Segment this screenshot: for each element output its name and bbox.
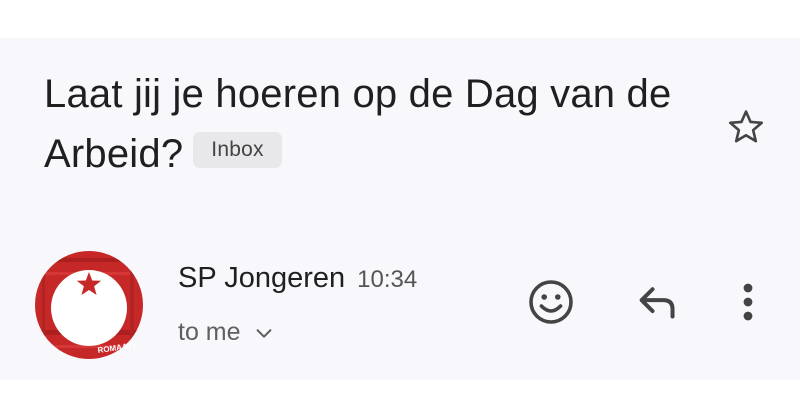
sp-jongeren-logo: ROMAATT	[35, 251, 143, 359]
star-outline-icon	[728, 110, 764, 143]
chevron-down-icon	[256, 328, 271, 338]
sender-line: SP Jongeren 10:34	[178, 262, 417, 295]
reply-button[interactable]	[634, 280, 682, 324]
star-button[interactable]	[725, 106, 767, 148]
email-timestamp: 10:34	[357, 266, 418, 293]
email-subject: Laat jij je hoeren op de Dag van de Arbe…	[44, 64, 684, 184]
subject-text: Laat jij je hoeren op de Dag van de Arbe…	[44, 72, 672, 176]
smiley-icon	[529, 280, 573, 324]
add-reaction-button[interactable]	[527, 278, 575, 326]
sender-name[interactable]: SP Jongeren	[178, 262, 345, 294]
avatar[interactable]: ROMAATT	[34, 250, 144, 360]
vertical-dots-icon	[743, 283, 753, 321]
inbox-label-badge[interactable]: Inbox	[193, 132, 282, 169]
recipient-details-toggle[interactable]: to me	[178, 318, 275, 347]
reply-arrow-icon	[639, 287, 675, 319]
more-options-button[interactable]	[728, 278, 768, 326]
recipient-text: to me	[178, 318, 241, 346]
